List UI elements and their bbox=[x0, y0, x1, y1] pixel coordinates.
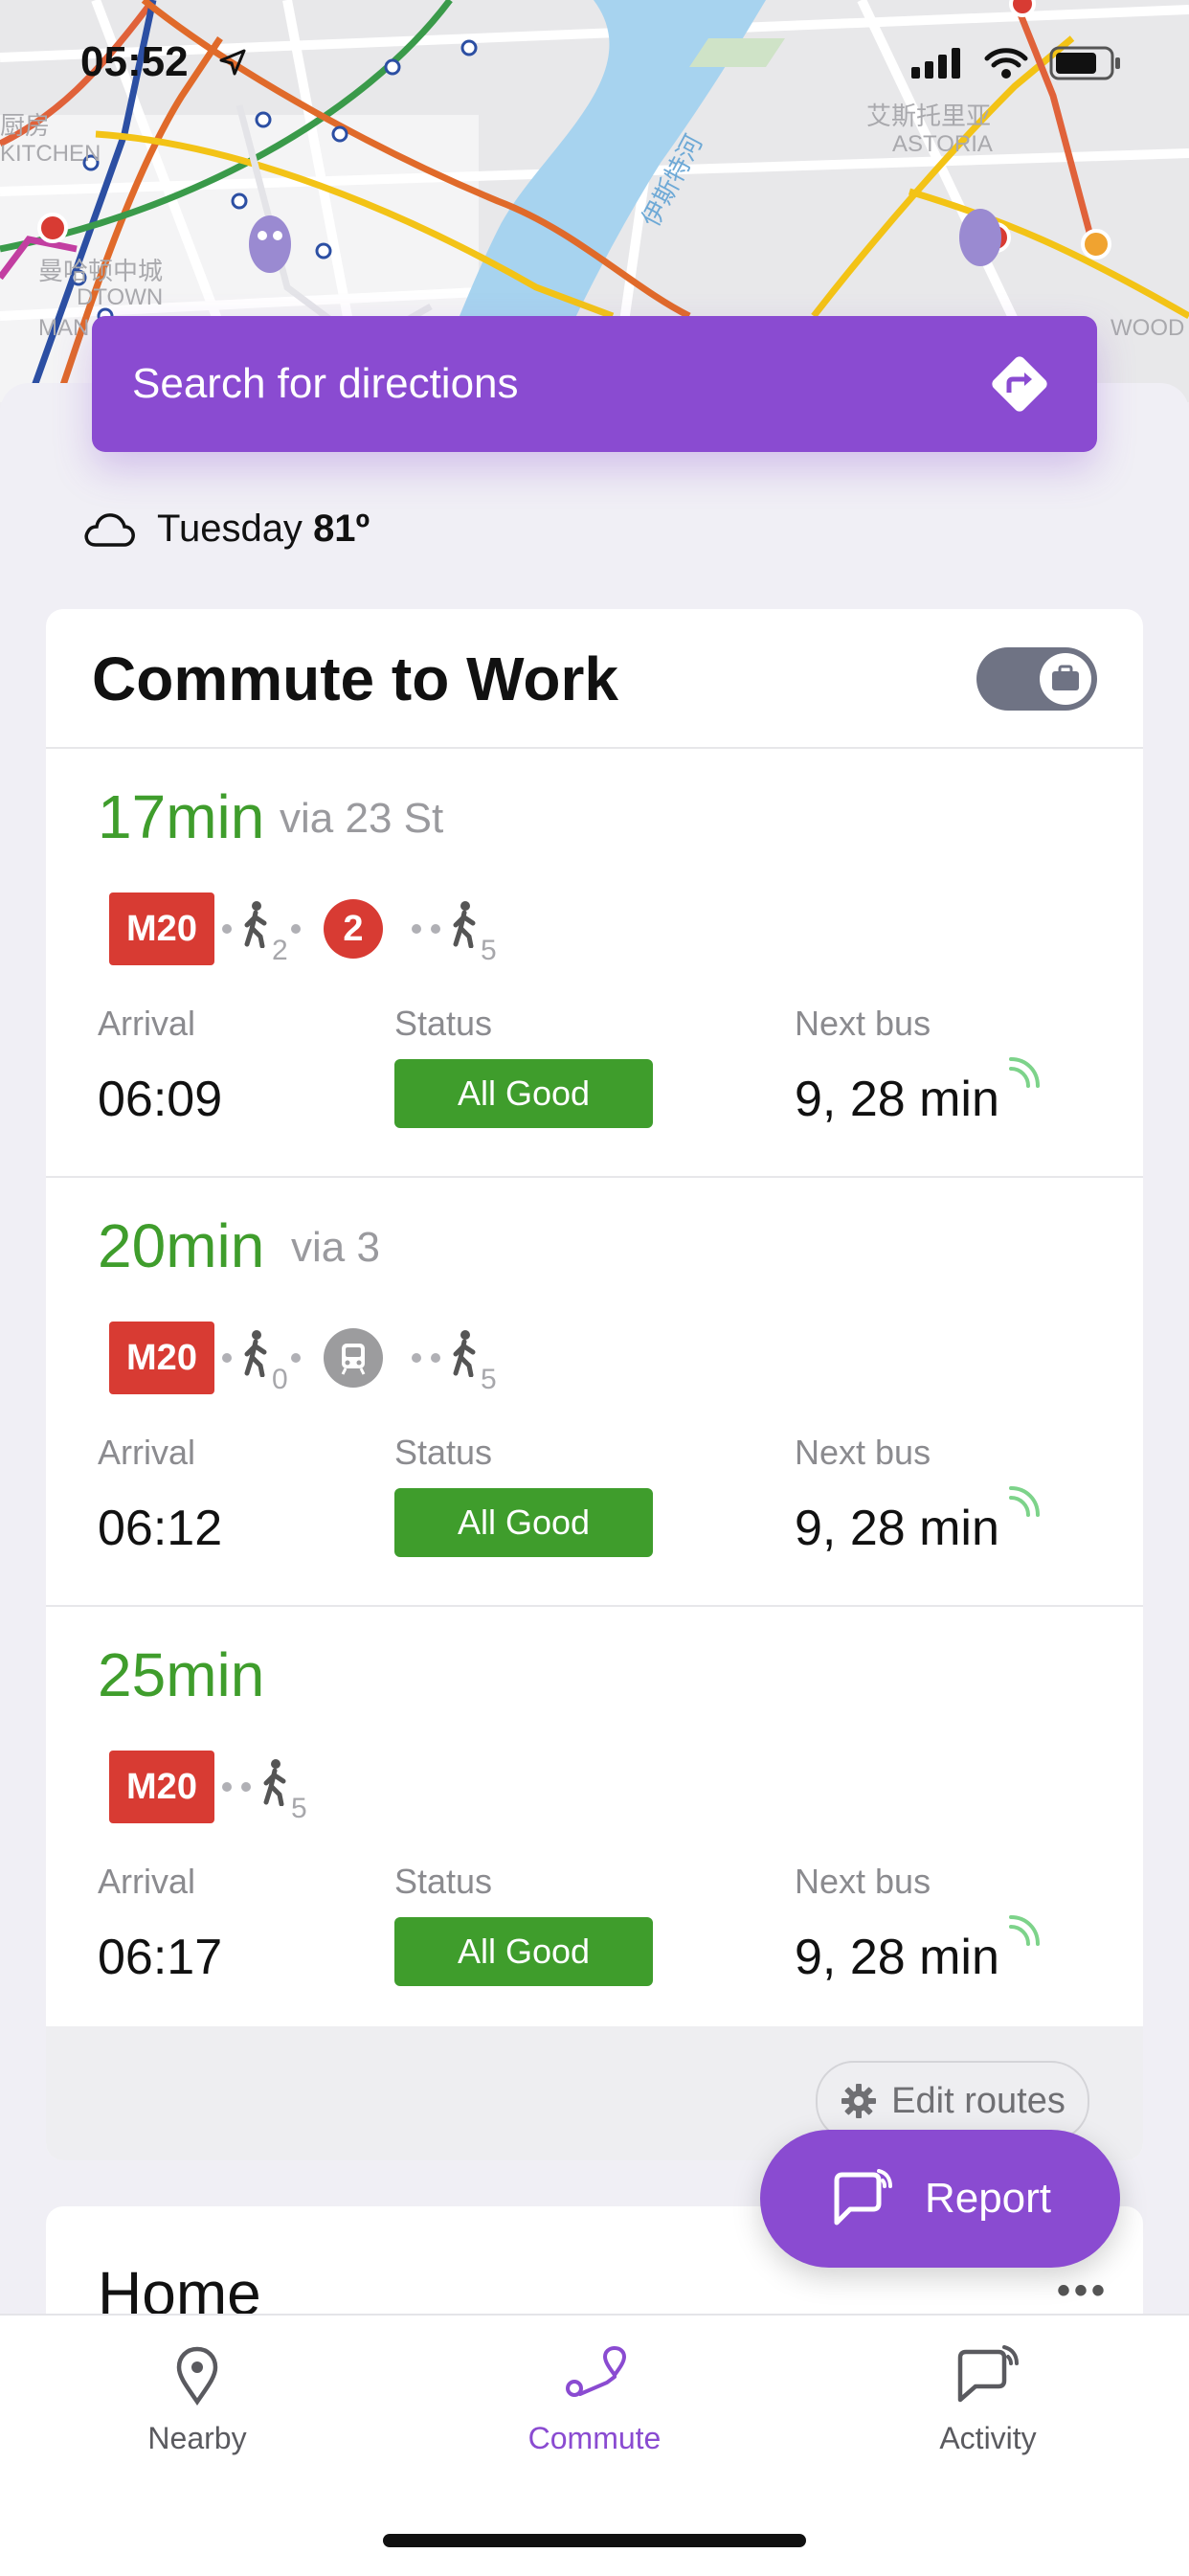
walk-icon: 5 bbox=[258, 1758, 307, 1824]
walk-minutes: 5 bbox=[481, 935, 497, 966]
walk-icon: 0 bbox=[239, 1329, 288, 1395]
connector-dots bbox=[412, 924, 440, 934]
walk-minutes: 2 bbox=[272, 935, 288, 966]
svg-text:曼哈顿中城: 曼哈顿中城 bbox=[38, 257, 163, 285]
walk-icon: 2 bbox=[239, 900, 288, 966]
tab-nearby-label: Nearby bbox=[147, 2421, 247, 2455]
weather-summary: Tuesday 81º bbox=[82, 508, 370, 551]
search-directions-button[interactable]: Search for directions bbox=[92, 316, 1097, 452]
route-option[interactable]: 25min M20 5 Arrival Status Next bus 06:1… bbox=[46, 1607, 1143, 2034]
commute-card-header: Commute to Work bbox=[46, 609, 1143, 749]
bus-badge: M20 bbox=[109, 1751, 214, 1823]
report-button[interactable]: Report bbox=[760, 2130, 1120, 2268]
arrival-label: Arrival bbox=[98, 1433, 196, 1472]
report-label: Report bbox=[924, 2175, 1052, 2222]
status-badge: All Good bbox=[394, 1488, 653, 1557]
briefcase-icon bbox=[1052, 665, 1079, 690]
location-arrow-icon bbox=[219, 49, 246, 76]
status-label: Status bbox=[394, 1004, 493, 1043]
next-bus-times: 9, 28 min bbox=[795, 1072, 999, 1127]
edit-routes-label: Edit routes bbox=[891, 2080, 1066, 2121]
weather-temp: 81º bbox=[313, 508, 370, 550]
route-duration: 17min bbox=[98, 782, 265, 851]
svg-text:MAN: MAN bbox=[38, 315, 89, 341]
route-option[interactable]: 17min via 23 St M20 2 2 5 Arrival Status… bbox=[46, 749, 1143, 1178]
wifi-icon bbox=[984, 48, 1028, 79]
weather-day: Tuesday bbox=[157, 508, 303, 550]
commute-card-title: Commute to Work bbox=[92, 644, 618, 713]
route-duration: 25min bbox=[98, 1640, 265, 1709]
cloud-icon bbox=[84, 512, 135, 547]
walk-icon: 5 bbox=[448, 900, 497, 966]
realtime-icon bbox=[1009, 1057, 1040, 1088]
arrival-label: Arrival bbox=[98, 1004, 196, 1043]
more-options-icon[interactable]: ••• bbox=[1057, 2270, 1109, 2313]
svg-text:WOOD: WOOD bbox=[1110, 315, 1184, 341]
location-pin-icon bbox=[176, 2346, 218, 2406]
walk-minutes: 5 bbox=[481, 1364, 497, 1395]
toggle-knob bbox=[1040, 653, 1091, 705]
arrival-time: 06:17 bbox=[98, 1930, 223, 1985]
svg-text:DTOWN: DTOWN bbox=[77, 284, 163, 310]
subway-line-badge: 2 bbox=[324, 899, 383, 959]
status-time: 05:52 bbox=[80, 38, 189, 85]
arrival-time: 06:09 bbox=[98, 1072, 223, 1127]
next-bus-label: Next bus bbox=[795, 1004, 931, 1043]
work-toggle[interactable] bbox=[976, 647, 1097, 711]
status-label: Status bbox=[394, 1862, 493, 1901]
connector-dots bbox=[412, 1353, 440, 1363]
tab-activity[interactable]: Activity bbox=[873, 2344, 1103, 2456]
walk-minutes: 5 bbox=[291, 1793, 307, 1824]
home-indicator bbox=[383, 2534, 806, 2547]
search-placeholder: Search for directions bbox=[132, 360, 519, 407]
svg-text:KITCHEN: KITCHEN bbox=[0, 141, 101, 167]
tab-activity-label: Activity bbox=[939, 2421, 1037, 2455]
next-bus-times: 9, 28 min bbox=[795, 1501, 999, 1556]
commute-route-icon bbox=[566, 2345, 627, 2397]
route-via: via 3 bbox=[291, 1224, 380, 1271]
connector-dots bbox=[222, 924, 232, 934]
commute-card: Commute to Work 17min via 23 St M20 2 2 bbox=[46, 609, 1143, 2160]
status-badge: All Good bbox=[394, 1059, 653, 1128]
bus-badge: M20 bbox=[109, 893, 214, 965]
tab-commute-label: Commute bbox=[527, 2421, 662, 2455]
connector-dots bbox=[222, 1353, 232, 1363]
route-legs: M20 0 5 bbox=[109, 1320, 497, 1396]
connector-dots bbox=[291, 1353, 301, 1363]
battery-icon bbox=[1049, 46, 1120, 80]
bus-badge: M20 bbox=[109, 1322, 214, 1394]
next-bus-label: Next bus bbox=[795, 1433, 931, 1472]
route-legs: M20 2 2 5 bbox=[109, 891, 497, 967]
next-bus-label: Next bus bbox=[795, 1862, 931, 1901]
realtime-icon bbox=[1009, 1486, 1040, 1517]
walk-minutes: 0 bbox=[272, 1364, 288, 1395]
report-chat-icon bbox=[834, 2169, 892, 2226]
status-label: Status bbox=[394, 1433, 493, 1472]
status-badge: All Good bbox=[394, 1917, 653, 1986]
next-bus-times: 9, 28 min bbox=[795, 1930, 999, 1985]
route-option[interactable]: 20min via 3 M20 0 5 Arrival Status Next … bbox=[46, 1178, 1143, 1607]
route-via: via 23 St bbox=[280, 795, 444, 842]
gear-icon bbox=[841, 2084, 877, 2118]
activity-chat-icon bbox=[957, 2345, 1019, 2403]
status-bar: 05:52 bbox=[0, 0, 1189, 124]
connector-dots bbox=[222, 1782, 251, 1792]
walk-icon: 5 bbox=[448, 1329, 497, 1395]
mascot-icon bbox=[249, 215, 291, 273]
mascot-icon bbox=[959, 209, 1001, 266]
tab-commute[interactable]: Commute bbox=[480, 2344, 709, 2456]
route-legs: M20 5 bbox=[109, 1749, 307, 1825]
train-icon bbox=[324, 1328, 383, 1388]
svg-text:ASTORIA: ASTORIA bbox=[892, 131, 993, 157]
arrival-label: Arrival bbox=[98, 1862, 196, 1901]
arrival-time: 06:12 bbox=[98, 1501, 223, 1556]
signal-icon bbox=[911, 48, 960, 79]
connector-dots bbox=[291, 924, 301, 934]
directions-diamond-icon bbox=[992, 356, 1047, 412]
route-duration: 20min bbox=[98, 1211, 265, 1280]
realtime-icon bbox=[1009, 1915, 1040, 1946]
tab-nearby[interactable]: Nearby bbox=[82, 2344, 312, 2456]
